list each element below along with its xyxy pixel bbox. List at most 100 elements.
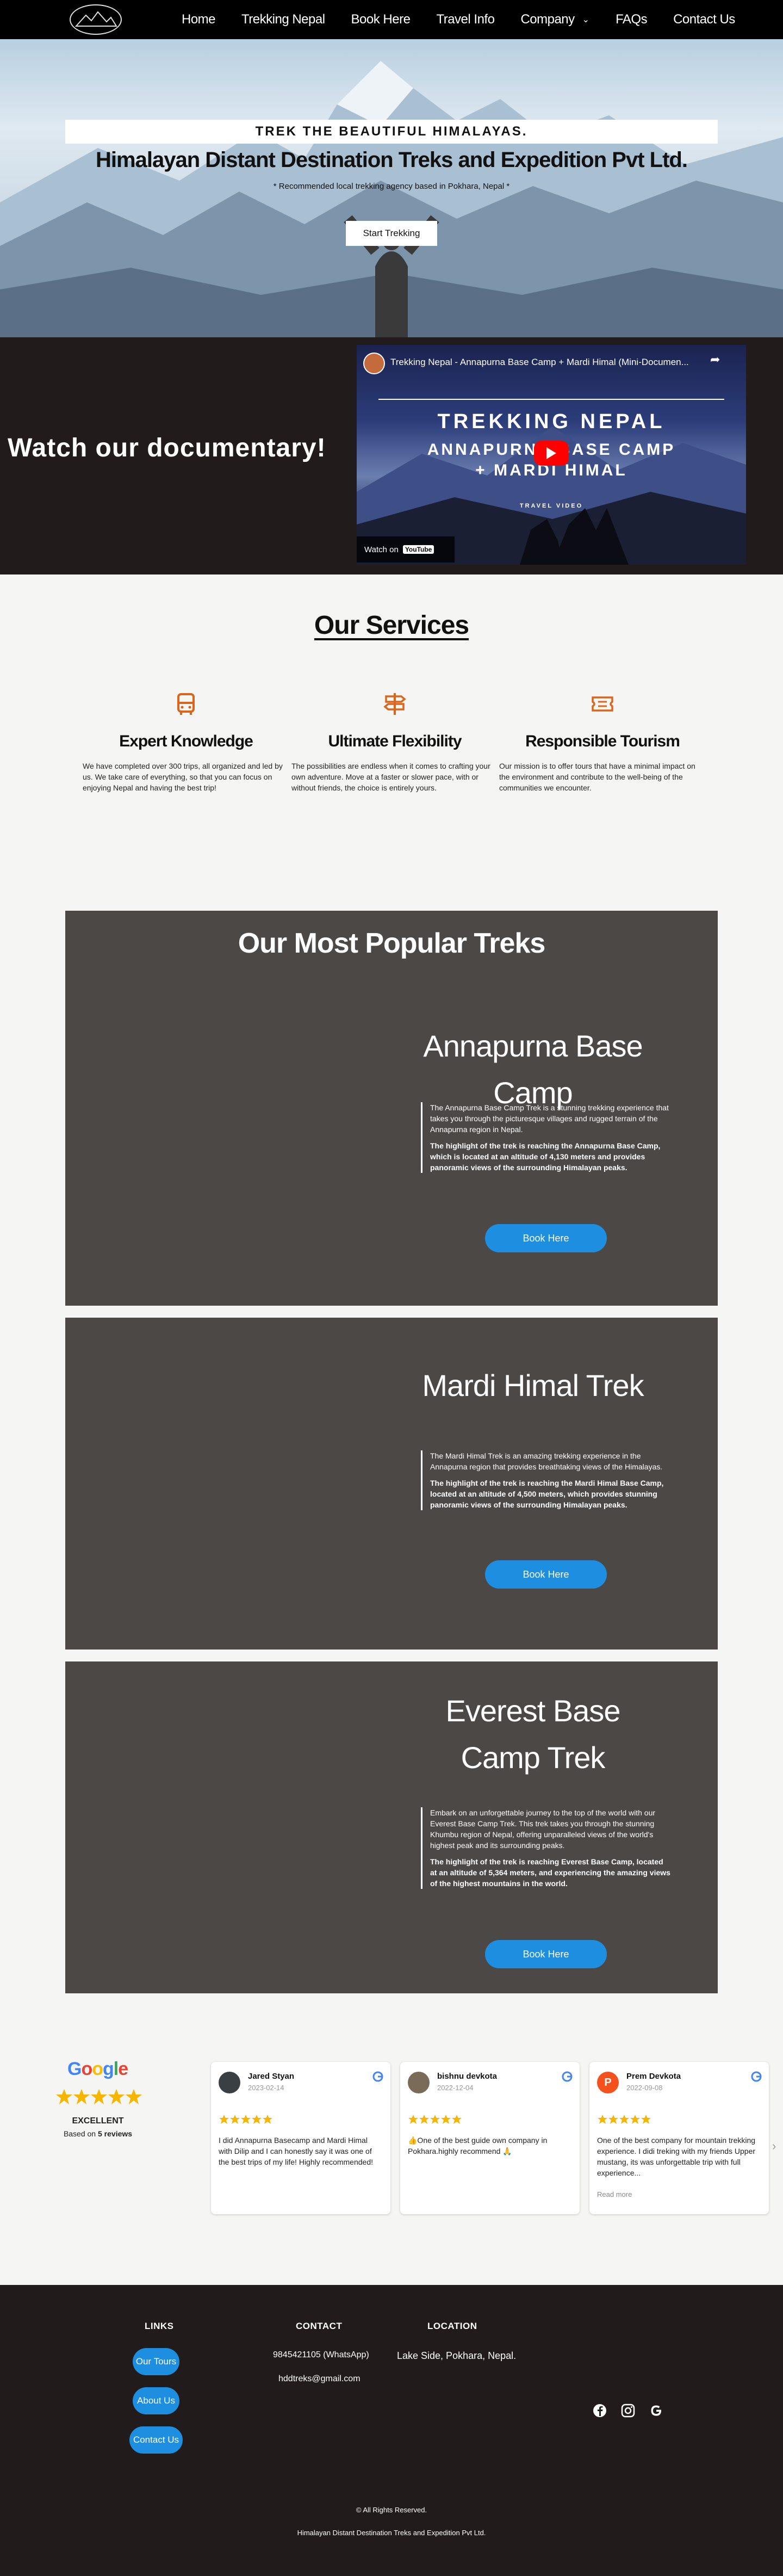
nav-home[interactable]: Home <box>182 12 216 27</box>
signpost-icon <box>383 693 406 715</box>
book-here-button[interactable]: Book Here <box>485 1940 607 1968</box>
trek-card-mardi-himal: Mardi Himal Trek The Mardi Himal Trek is… <box>65 1318 718 1650</box>
chevron-right-icon[interactable]: › <box>772 2139 776 2153</box>
links-heading: LINKS <box>145 2321 174 2331</box>
avatar: P <box>597 2072 619 2093</box>
trek-highlight-text: The highlight of the trek is reaching Ev… <box>430 1857 670 1888</box>
our-tours-button[interactable]: Our Tours <box>133 2348 179 2375</box>
nav-company[interactable]: Company <box>520 12 575 27</box>
trek-description: Embark on an unforgettable journey to th… <box>421 1807 671 1889</box>
services-heading: Our Services <box>314 611 469 640</box>
review-date: 2022-09-08 <box>626 2084 663 2092</box>
nav-trekking-nepal[interactable]: Trekking Nepal <box>241 12 325 27</box>
service-title: Ultimate Flexibility <box>328 732 462 750</box>
bus-icon <box>177 693 195 715</box>
review-count-value[interactable]: 5 reviews <box>98 2129 132 2138</box>
location-heading: LOCATION <box>427 2321 477 2331</box>
review-text: One of the best company for mountain tre… <box>597 2136 756 2177</box>
trek-desc-text: The Annapurna Base Camp Trek is a stunni… <box>430 1103 669 1134</box>
review-stars <box>408 2115 462 2124</box>
book-here-button[interactable]: Book Here <box>485 1224 607 1252</box>
play-button[interactable] <box>534 441 569 466</box>
ticket-icon <box>592 696 613 712</box>
service-title: Responsible Tourism <box>525 732 680 750</box>
trek-highlight-text: The highlight of the trek is reaching th… <box>430 1141 661 1172</box>
documentary-heading: Watch our documentary! <box>8 434 326 462</box>
review-count: Based on 5 reviews <box>49 2129 147 2138</box>
location-address: Lake Side, Pokhara, Nepal. <box>397 2350 517 2361</box>
facebook-icon[interactable] <box>591 2401 609 2420</box>
google-logo-g2: g <box>103 2059 114 2079</box>
service-title: Expert Knowledge <box>119 732 253 750</box>
trek-name: Mardi Himal Trek <box>422 1368 644 1403</box>
trek-name: Everest Base Camp Trek <box>445 1694 620 1775</box>
review-stars <box>598 2115 651 2124</box>
chevron-down-icon[interactable]: ⌄ <box>582 14 589 25</box>
book-here-button[interactable]: Book Here <box>485 1560 607 1589</box>
reviewer-name[interactable]: Jared Styan <box>248 2072 294 2081</box>
email-address[interactable]: hddtreks@gmail.com <box>278 2374 361 2384</box>
share-icon[interactable]: ➦ <box>710 353 720 367</box>
watch-on-youtube-link[interactable]: Watch on YouTube <box>357 536 455 563</box>
phone-number[interactable]: 9845421105 (WhatsApp) <box>273 2350 369 2360</box>
trek-description: The Annapurna Base Camp Trek is a stunni… <box>421 1102 671 1173</box>
review-text: 👍One of the best guide own company in Po… <box>408 2136 548 2155</box>
top-nav: Home Trekking Nepal Book Here Travel Inf… <box>0 0 783 39</box>
avatar <box>408 2072 430 2093</box>
watch-on-label: Watch on <box>364 545 399 554</box>
review-card: Jared Styan 2023-02-14 I did Annapurna B… <box>211 2062 390 2214</box>
site-footer: LINKS Our Tours About Us Contact Us CONT… <box>0 2285 783 2576</box>
rating-stars <box>56 2089 142 2104</box>
nav-book-here[interactable]: Book Here <box>351 12 411 27</box>
video-overlay-subtitle: TRAVEL VIDEO <box>519 503 583 509</box>
review-count-prefix: Based on <box>63 2129 98 2138</box>
youtube-logo: YouTube <box>402 545 434 554</box>
review-card: P Prem Devkota 2022-09-08 One of the bes… <box>589 2062 769 2214</box>
google-g-icon <box>372 2071 383 2082</box>
video-title[interactable]: Trekking Nepal - Annapurna Base Camp + M… <box>390 357 689 368</box>
channel-avatar[interactable] <box>363 353 385 374</box>
instagram-icon[interactable] <box>619 2401 637 2420</box>
trek-highlight-text: The highlight of the trek is reaching th… <box>430 1479 664 1509</box>
reviewer-name[interactable]: bishnu devkota <box>437 2072 497 2081</box>
review-card: bishnu devkota 2022-12-04 👍One of the be… <box>400 2062 580 2214</box>
documentary-section: Watch our documentary! Trekking Nepal - … <box>0 337 783 574</box>
google-icon[interactable] <box>647 2401 666 2420</box>
trek-card-annapurna: Our Most Popular Treks Annapurna Base Ca… <box>65 911 718 1306</box>
youtube-video-embed[interactable]: Trekking Nepal - Annapurna Base Camp + M… <box>357 345 746 565</box>
service-card-ultimate-flexibility: Ultimate Flexibility The possibilities a… <box>291 692 498 793</box>
google-logo-e: e <box>118 2059 128 2079</box>
rating-label: EXCELLENT <box>72 2116 124 2126</box>
review-text: I did Annapurna Basecamp and Mardi Himal… <box>219 2136 374 2166</box>
nav-faqs[interactable]: FAQs <box>616 12 648 27</box>
google-logo-g: G <box>67 2059 82 2079</box>
service-card-expert-knowledge: Expert Knowledge We have completed over … <box>83 692 289 793</box>
trek-desc-text: The Mardi Himal Trek is an amazing trekk… <box>430 1451 663 1471</box>
google-g-icon <box>562 2071 573 2082</box>
site-logo[interactable] <box>70 4 122 35</box>
nav-contact-us[interactable]: Contact Us <box>673 12 735 27</box>
trek-desc-text: Embark on an unforgettable journey to th… <box>430 1808 656 1850</box>
review-date: 2023-02-14 <box>248 2084 284 2092</box>
read-more-link[interactable]: Read more <box>597 2190 632 2198</box>
google-g-icon <box>751 2071 762 2082</box>
popular-treks-heading: Our Most Popular Treks <box>238 928 546 959</box>
service-text: Our mission is to offer tours that have … <box>499 762 695 792</box>
reviewer-name[interactable]: Prem Devkota <box>626 2072 681 2081</box>
contact-us-button[interactable]: Contact Us <box>129 2426 183 2454</box>
hero-subtitle: * Recommended local trekking agency base… <box>273 182 510 191</box>
hero-section: TREK THE BEAUTIFUL HIMALAYAS. Himalayan … <box>0 39 783 337</box>
review-stars <box>219 2115 272 2124</box>
mountain-logo-icon <box>74 11 117 27</box>
main-menu: Home Trekking Nepal Book Here Travel Inf… <box>182 0 735 39</box>
nav-travel-info[interactable]: Travel Info <box>436 12 495 27</box>
trek-description: The Mardi Himal Trek is an amazing trekk… <box>421 1450 671 1510</box>
google-logo-o1: o <box>81 2059 92 2079</box>
start-trekking-button[interactable]: Start Trekking <box>346 221 437 246</box>
hero-tagline: TREK THE BEAUTIFUL HIMALAYAS. <box>65 120 718 144</box>
contact-heading: CONTACT <box>296 2321 343 2331</box>
footer-company-name: Himalayan Distant Destination Treks and … <box>297 2529 486 2537</box>
trek-card-everest: Everest Base Camp Trek Embark on an unfo… <box>65 1661 718 1993</box>
about-us-button[interactable]: About Us <box>133 2387 179 2414</box>
service-text: The possibilities are endless when it co… <box>291 762 490 792</box>
